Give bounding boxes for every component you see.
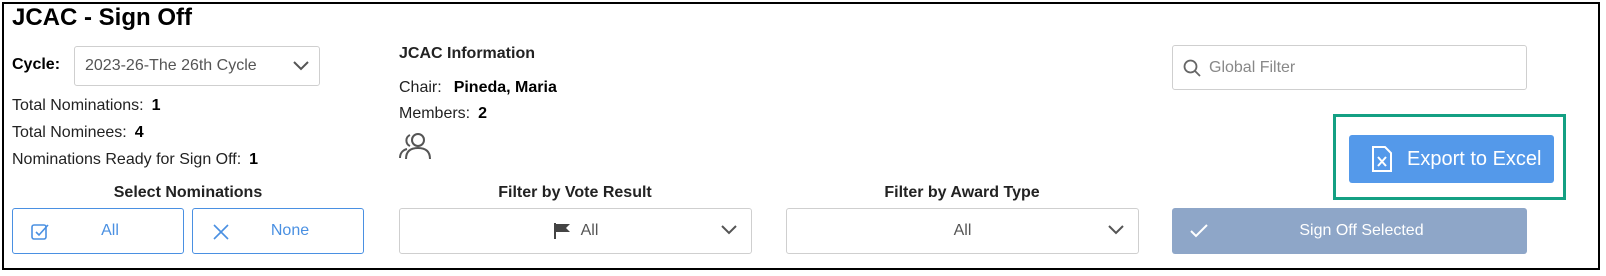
chevron-down-icon	[721, 225, 737, 235]
stat-ready-signoff: Nominations Ready for Sign Off: 1	[12, 151, 258, 169]
vote-filter-title: Filter by Vote Result	[498, 184, 652, 201]
vote-filter-select[interactable]: All	[399, 208, 752, 254]
flag-icon	[553, 223, 570, 239]
people-group-icon[interactable]	[398, 131, 434, 161]
sign-off-selected-button[interactable]: Sign Off Selected	[1172, 208, 1527, 254]
award-filter-title: Filter by Award Type	[884, 184, 1040, 201]
stat-label: Nominations Ready for Sign Off:	[12, 151, 242, 168]
global-filter-placeholder: Global Filter	[1209, 58, 1296, 76]
jcac-chair: Chair: Pineda, Maria	[399, 79, 557, 97]
excel-file-icon	[1372, 146, 1392, 172]
export-to-excel-button[interactable]: Export to Excel	[1349, 135, 1554, 183]
select-none-label: None	[270, 222, 310, 239]
chair-value: Pineda, Maria	[453, 79, 557, 96]
search-icon	[1183, 59, 1201, 77]
select-all-button[interactable]: All	[12, 208, 184, 254]
members-value: 2	[478, 105, 488, 122]
page-title: JCAC - Sign Off	[12, 4, 192, 31]
sign-off-label: Sign Off Selected	[1299, 222, 1424, 239]
chair-label: Chair:	[399, 79, 442, 96]
select-none-button[interactable]: None	[192, 208, 364, 254]
export-label: Export to Excel	[1407, 147, 1542, 170]
global-filter-input[interactable]: Global Filter	[1172, 45, 1527, 90]
award-filter-select[interactable]: All	[786, 208, 1139, 254]
cycle-select[interactable]: 2023-26-The 26th Cycle	[74, 46, 320, 86]
stat-label: Total Nominees:	[12, 124, 127, 141]
stat-value: 1	[151, 97, 161, 114]
chevron-down-icon	[1108, 225, 1124, 235]
award-filter-value: All	[953, 222, 972, 239]
chevron-down-icon	[293, 61, 309, 71]
cycle-label: Cycle:	[12, 56, 61, 73]
select-nominations-title: Select Nominations	[113, 184, 263, 201]
stat-total-nominees: Total Nominees: 4	[12, 124, 144, 142]
stat-value: 1	[249, 151, 259, 168]
members-label: Members:	[399, 105, 471, 122]
stat-total-nominations: Total Nominations: 1	[12, 97, 161, 115]
jcac-info-title: JCAC Information	[399, 45, 535, 62]
stat-label: Total Nominations:	[12, 97, 144, 114]
stat-value: 4	[134, 124, 144, 141]
jcac-members: Members: 2	[399, 105, 487, 123]
cycle-select-value: 2023-26-The 26th Cycle	[85, 57, 257, 74]
select-all-label: All	[101, 222, 119, 239]
vote-filter-value: All	[580, 222, 599, 239]
